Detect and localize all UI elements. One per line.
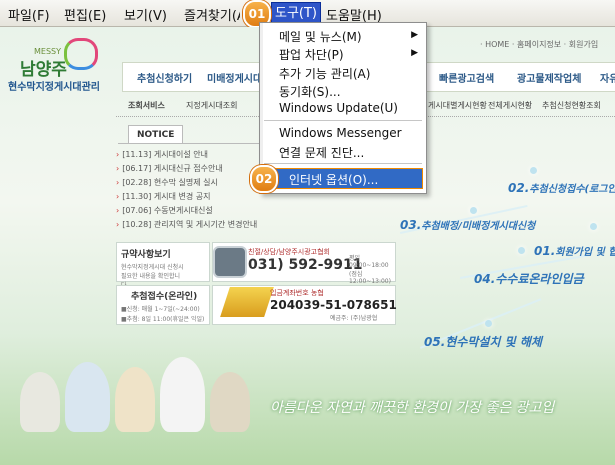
menu-item-windows-update[interactable]: Windows Update(U) (279, 101, 398, 115)
step-badge-02: 02 (250, 165, 278, 193)
process-step-5[interactable]: 05.현수막설치 및 해체 (424, 333, 542, 350)
flow-dot (590, 223, 597, 230)
contact-phone: 031) 592-9911 (248, 257, 363, 273)
flow-dot (470, 207, 477, 214)
family-photo (65, 362, 110, 432)
menu-favorites[interactable]: 즐겨찾기(A) (184, 5, 240, 24)
logo-emblem (64, 38, 98, 70)
subnav-board-status[interactable]: 게시대별게시현황 (428, 100, 487, 111)
subnav-lottery-status[interactable]: 추첨신청현황조회 (542, 100, 601, 111)
process-step-3[interactable]: 03.추첨배정/미배정게시대신청 (400, 217, 535, 232)
site-title: 현수막지정게시대관리 (8, 82, 100, 93)
menu-item-popup-blocker[interactable]: 팝업 차단(P) (279, 46, 344, 63)
family-photo (210, 372, 250, 432)
gnb-makers[interactable]: 광고물제작업체 (517, 70, 581, 85)
deposit-holder: 예금주: (주)남광협 (330, 315, 378, 322)
menu-item-addons[interactable]: 추가 기능 관리(A) (279, 65, 370, 82)
process-step-2[interactable]: 02.추첨신청접수(로그인) (508, 180, 615, 195)
site-logo[interactable]: 남양주 (20, 55, 67, 80)
internet-options-label: 인터넷 옵션(O)... (289, 173, 379, 187)
notice-item[interactable]: [07.06] 수동면게시대신설 (116, 205, 213, 216)
rules-card[interactable]: 규약사항보기 현수막지정게시대 신청시 필요한 내용을 확인합니다 (116, 242, 210, 289)
deposit-label: 입금계좌번호 농협 (270, 289, 324, 297)
subnav-all-status[interactable]: 전체게시현황 (488, 100, 532, 111)
lottery-line1: ■신청: 매월 1~7일(~24:00) (121, 306, 200, 313)
notice-item[interactable]: [10.28] 관리지역 및 게시기간 변경안내 (116, 219, 257, 230)
top-links[interactable]: · HOME · 홈페이지정보 · 회원가입 (480, 39, 598, 50)
family-photo (115, 367, 155, 432)
subnav-board[interactable]: 지정게시대조회 (186, 100, 238, 111)
flow-dot (518, 247, 525, 254)
subnav-lookup[interactable]: 조회서비스 (128, 100, 165, 111)
notice-item[interactable]: [11.13] 게시대이설 안내 (116, 149, 208, 160)
tools-menu: 메일 및 뉴스(M) ▶ 팝업 차단(P) ▶ 추가 기능 관리(A) 동기화(… (259, 22, 427, 194)
process-step-1[interactable]: 01.회원가입 및 협회 (534, 243, 615, 258)
notice-item[interactable]: [02.28] 현수막 실명제 실시 (116, 177, 218, 188)
submenu-arrow-icon: ▶ (411, 30, 418, 40)
notice-item[interactable]: [06.17] 게시대신규 접수안내 (116, 163, 222, 174)
menu-view[interactable]: 보기(V) (124, 5, 167, 24)
process-step-4[interactable]: 04.수수료온라인입금 (474, 270, 584, 287)
gnb-unassigned[interactable]: 미배정게시대 (207, 70, 262, 85)
menu-item-mail-news[interactable]: 메일 및 뉴스(M) (279, 28, 362, 45)
menu-item-messenger[interactable]: Windows Messenger (279, 126, 402, 140)
notice-item[interactable]: [11.30] 게시대 변경 공지 (116, 191, 210, 202)
contact-label: 친절/상담/남양주시광고협회 (248, 248, 330, 256)
menu-file[interactable]: 파일(F) (8, 5, 50, 24)
lottery-line2: ■추첨: 8일 11:00(휴일은 익일) (121, 316, 205, 323)
site-tagline: 아름다운 자연과 깨끗한 환경이 가장 좋은 광고입 (270, 400, 555, 416)
deposit-account: 204039-51-078651 (270, 298, 397, 312)
menu-separator (264, 163, 422, 164)
menu-item-diagnose[interactable]: 연결 문제 진단... (279, 144, 364, 161)
gnb-search[interactable]: 빠른광고검색 (439, 70, 494, 85)
flow-dot (530, 167, 537, 174)
lottery-card[interactable]: 추첨접수(온라인) ■신청: 매월 1~7일(~24:00) ■추첨: 8일 1… (116, 285, 210, 325)
menu-item-internet-options[interactable]: 인터넷 옵션(O)... (263, 168, 423, 189)
menu-item-sync[interactable]: 동기화(S)... (279, 83, 341, 100)
notice-tab[interactable]: NOTICE (128, 125, 184, 144)
menu-separator (264, 120, 422, 121)
gnb-lottery[interactable]: 추첨신청하기 (137, 70, 192, 85)
family-photo (20, 372, 60, 432)
menu-edit[interactable]: 편집(E) (64, 5, 106, 24)
gnb-free[interactable]: 자유 (600, 70, 615, 85)
submenu-arrow-icon: ▶ (411, 48, 418, 58)
rules-title: 규약사항보기 (121, 250, 171, 260)
phone-icon (213, 246, 247, 278)
family-photo (160, 357, 205, 432)
lottery-title: 추첨접수(온라인) (131, 292, 198, 302)
flow-dot (485, 320, 492, 327)
